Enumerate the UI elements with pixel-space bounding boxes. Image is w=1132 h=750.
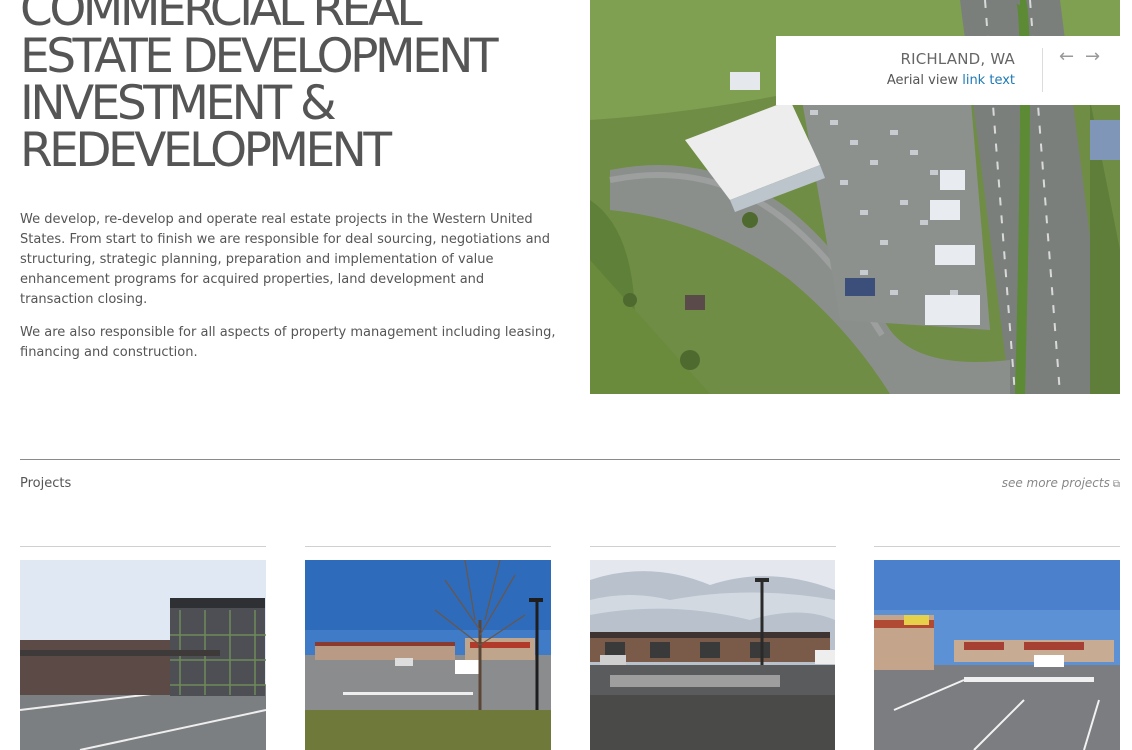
image-slider: RICHLAND, WA Aerial view link text ← →	[590, 0, 1120, 394]
construction-photo[interactable]	[20, 560, 266, 750]
project-card[interactable]	[305, 546, 551, 750]
intro-paragraph: We develop, re-develop and operate real …	[20, 212, 551, 307]
card-divider	[874, 546, 1120, 547]
see-more-projects-link[interactable]: see more projects ⧉	[1002, 476, 1120, 490]
project-card[interactable]	[20, 546, 266, 750]
external-link-icon: ⧉	[1112, 479, 1120, 490]
page-title: COMMERCIAL REAL ESTATE DEVELOPMENT INVES…	[20, 0, 580, 174]
next-arrow-icon[interactable]: →	[1085, 46, 1100, 67]
card-divider	[20, 546, 266, 547]
project-card[interactable]	[590, 546, 836, 750]
section-divider	[20, 459, 1120, 460]
title-line: INVESTMENT &	[20, 76, 337, 131]
strip-mall-photo[interactable]	[874, 560, 1120, 750]
card-divider	[590, 546, 836, 547]
prev-arrow-icon[interactable]: ←	[1059, 46, 1074, 67]
project-card[interactable]	[874, 546, 1120, 750]
card-divider	[305, 546, 551, 547]
see-more-label: see more projects	[1001, 476, 1110, 490]
projects-heading: Projects	[20, 476, 72, 491]
caption-link[interactable]: link text	[962, 73, 1015, 88]
caption-title: RICHLAND, WA	[900, 50, 1015, 68]
caption-subtitle: Aerial view link text	[887, 73, 1015, 88]
title-line: REDEVELOPMENT	[20, 123, 392, 178]
title-line: ESTATE DEVELOPMENT	[20, 29, 499, 84]
caption-text: RICHLAND, WA Aerial view link text	[887, 50, 1015, 88]
shopping-center-tree-photo[interactable]	[305, 560, 551, 750]
intro-paragraph: We are also responsible for all aspects …	[20, 325, 556, 360]
parking-lot-lamp-photo[interactable]	[590, 560, 835, 750]
intro-text: We develop, re-develop and operate real …	[20, 210, 560, 376]
slide-caption: RICHLAND, WA Aerial view link text ← →	[776, 36, 1120, 105]
caption-subtitle-text: Aerial view	[886, 73, 959, 88]
caption-divider	[1042, 48, 1043, 92]
